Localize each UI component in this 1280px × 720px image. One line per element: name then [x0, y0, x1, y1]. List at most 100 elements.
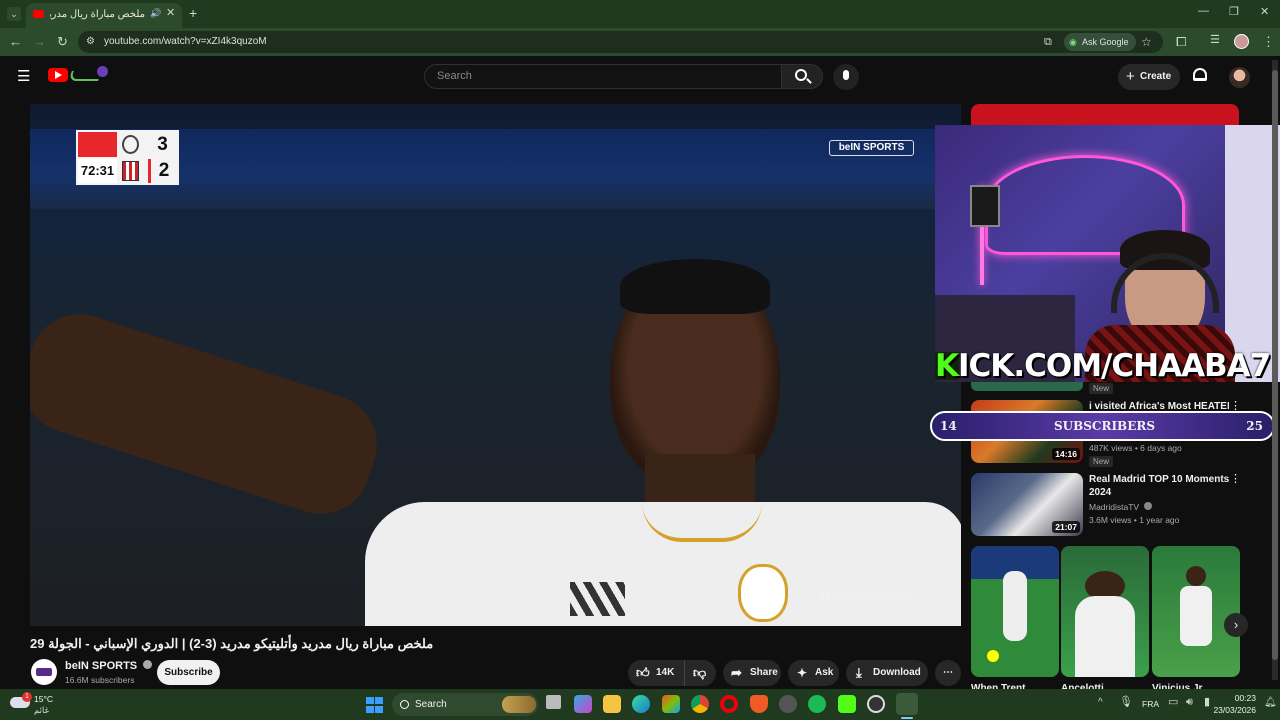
away-score: 2 [148, 159, 177, 183]
more-actions-button[interactable]: ⋯ [935, 660, 961, 686]
short-thumbnail-2[interactable] [1061, 546, 1149, 677]
subs-goal: 25 [1246, 419, 1263, 433]
kick-k-highlight [935, 352, 959, 380]
hamburger-menu-icon[interactable]: ☰ [17, 69, 30, 84]
opera-icon[interactable] [720, 695, 738, 713]
sidebar-top-thumbnail[interactable] [971, 104, 1239, 126]
network-icon[interactable]: ▭ [1168, 697, 1178, 708]
taskbar-search[interactable]: Search [392, 693, 538, 716]
kick-channel-url: KICK.COM/CHAABA7 [935, 348, 1280, 386]
scrollbar-thumb[interactable] [1272, 70, 1278, 660]
video-more-options-icon[interactable]: ⋮ [1230, 474, 1241, 485]
short-thumbnail-3[interactable] [1152, 546, 1240, 677]
ask-button[interactable]: ✦ Ask [788, 660, 839, 686]
file-explorer-icon[interactable] [603, 695, 621, 713]
notifications-bell-icon[interactable] [1193, 68, 1207, 81]
extensions-icon[interactable]: ⧠ [1176, 35, 1186, 48]
video-duration: 14:16 [1052, 448, 1080, 460]
sidebar-video-title-2-line2[interactable]: 2024 [1089, 486, 1111, 499]
channel-avatar[interactable] [31, 659, 57, 685]
tab-list-icon[interactable]: ⌄ [7, 7, 21, 21]
like-button[interactable]: 👍︎ 14K [628, 660, 682, 686]
task-view-icon[interactable] [546, 695, 561, 709]
video-watermark: @RealMadridAtleti [820, 590, 912, 602]
clock-time[interactable]: 00:23 [1218, 693, 1256, 703]
share-button[interactable]: ➦ Share [723, 660, 781, 686]
store-icon[interactable] [662, 695, 680, 713]
google-lens-icon: ◉ [1069, 37, 1077, 47]
start-button[interactable] [366, 697, 383, 713]
thumbs-up-icon: 👍︎ [636, 665, 650, 680]
subscriber-goal-bar: 14 SUBSCRIBERS 25 [930, 411, 1275, 441]
clock-date[interactable]: 23/03/2026 [1200, 705, 1256, 715]
page-scrollbar[interactable] [1272, 60, 1278, 680]
audio-playing-icon[interactable]: 🔊 [150, 8, 161, 19]
wall-poster [970, 185, 1000, 227]
copilot-icon[interactable] [574, 695, 592, 713]
play-icon [55, 71, 62, 79]
ask-google-label: Ask Google [1082, 37, 1129, 47]
profile-avatar[interactable] [1234, 34, 1249, 49]
ask-google-button[interactable]: ◉ Ask Google [1064, 33, 1136, 51]
sidebar-video-title-2[interactable]: Real Madrid TOP 10 Moments [1089, 473, 1229, 486]
install-app-icon[interactable]: ⧉ [1044, 31, 1052, 53]
brave-icon[interactable] [750, 695, 768, 713]
kick-url-text: KICK.COM/CHAABA7 [935, 348, 1271, 384]
streaming-app-icon[interactable] [838, 695, 856, 713]
subscribe-button[interactable]: Subscribe [157, 660, 220, 685]
volume-icon[interactable]: 🔊︎ [1186, 697, 1193, 708]
chrome-icon[interactable] [691, 695, 709, 713]
subs-label: SUBSCRIBERS [1053, 419, 1155, 433]
short-thumbnail-1[interactable] [971, 546, 1059, 677]
tray-overflow-icon[interactable]: ^ [1098, 698, 1103, 708]
browser-tab-active[interactable]: 🔊 ملخص مباراة ريال مدريد وأتل [26, 3, 182, 28]
windows-taskbar: 1 15°C غائم Search ^ 🎙︎ FRA ▭ 🔊︎ ▮ 00:23… [0, 689, 1280, 720]
thumbs-down-icon: 👎︎ [693, 665, 707, 680]
search-button[interactable] [781, 64, 823, 89]
laliga-logo-icon [78, 132, 117, 157]
browser-menu-icon[interactable]: ⋮ [1262, 35, 1275, 48]
window-close-icon[interactable]: ✕ [1260, 7, 1269, 18]
download-icon: ⤓ [856, 665, 862, 680]
bookmark-star-icon[interactable]: ☆ [1141, 31, 1152, 53]
browser-tab-bar: ⌄ 🔊 ملخص مباراة ريال مدريد وأتل ✕ + — ❐ … [0, 0, 1280, 28]
forward-icon[interactable]: → [33, 35, 46, 48]
channel-name[interactable]: beIN SPORTS [65, 660, 153, 672]
app-icon[interactable] [779, 695, 797, 713]
share-label: Share [750, 667, 778, 678]
voice-search-button[interactable] [833, 64, 859, 90]
new-tab-button[interactable]: + [189, 6, 197, 20]
chrome-active-icon[interactable] [896, 693, 918, 715]
microphone-tray-icon[interactable]: 🎙︎ [1119, 697, 1133, 708]
account-avatar[interactable] [1229, 67, 1250, 88]
edge-icon[interactable] [632, 695, 650, 713]
weather-alert-badge: 1 [22, 692, 32, 702]
dislike-button[interactable]: 👎︎ [684, 660, 716, 686]
download-button[interactable]: ⤓ Download [846, 660, 928, 686]
youtube-logo[interactable] [48, 68, 68, 82]
reload-icon[interactable]: ↻ [57, 35, 68, 48]
sidebar-video-thumbnail-2[interactable]: 21:07 [971, 473, 1083, 536]
create-button[interactable]: + Create [1118, 64, 1180, 90]
reading-list-icon[interactable]: ☰ [1210, 35, 1220, 46]
back-icon[interactable]: ← [9, 35, 22, 48]
minimize-icon[interactable]: — [1198, 6, 1209, 17]
doodle-logo[interactable] [68, 65, 108, 85]
weather-widget[interactable]: 1 15°C غائم [10, 692, 70, 718]
site-info-icon[interactable]: ⚙ [86, 31, 95, 53]
sidebar-channel-name: MadridistaTV [1089, 502, 1153, 512]
youtube-favicon-icon [33, 10, 44, 18]
real-madrid-crest-icon [738, 564, 788, 622]
notification-center-icon[interactable]: 🔔︎ [1264, 698, 1277, 708]
search-input[interactable]: Search [424, 64, 782, 89]
sidebar-thumb-partial[interactable] [971, 382, 1083, 391]
tab-close-icon[interactable]: ✕ [166, 8, 175, 19]
shorts-next-button[interactable]: › [1224, 613, 1248, 637]
spotify-icon[interactable] [808, 695, 826, 713]
address-bar[interactable]: ⚙ youtube.com/watch?v=xZI4k3quzoM ⧉ ◉ As… [78, 31, 1163, 53]
obs-icon[interactable] [867, 695, 885, 713]
keyboard-language[interactable]: FRA [1142, 699, 1159, 709]
microphone-icon [843, 70, 849, 80]
match-clock: 72:31 [78, 159, 117, 183]
restore-icon[interactable]: ❐ [1229, 7, 1239, 18]
